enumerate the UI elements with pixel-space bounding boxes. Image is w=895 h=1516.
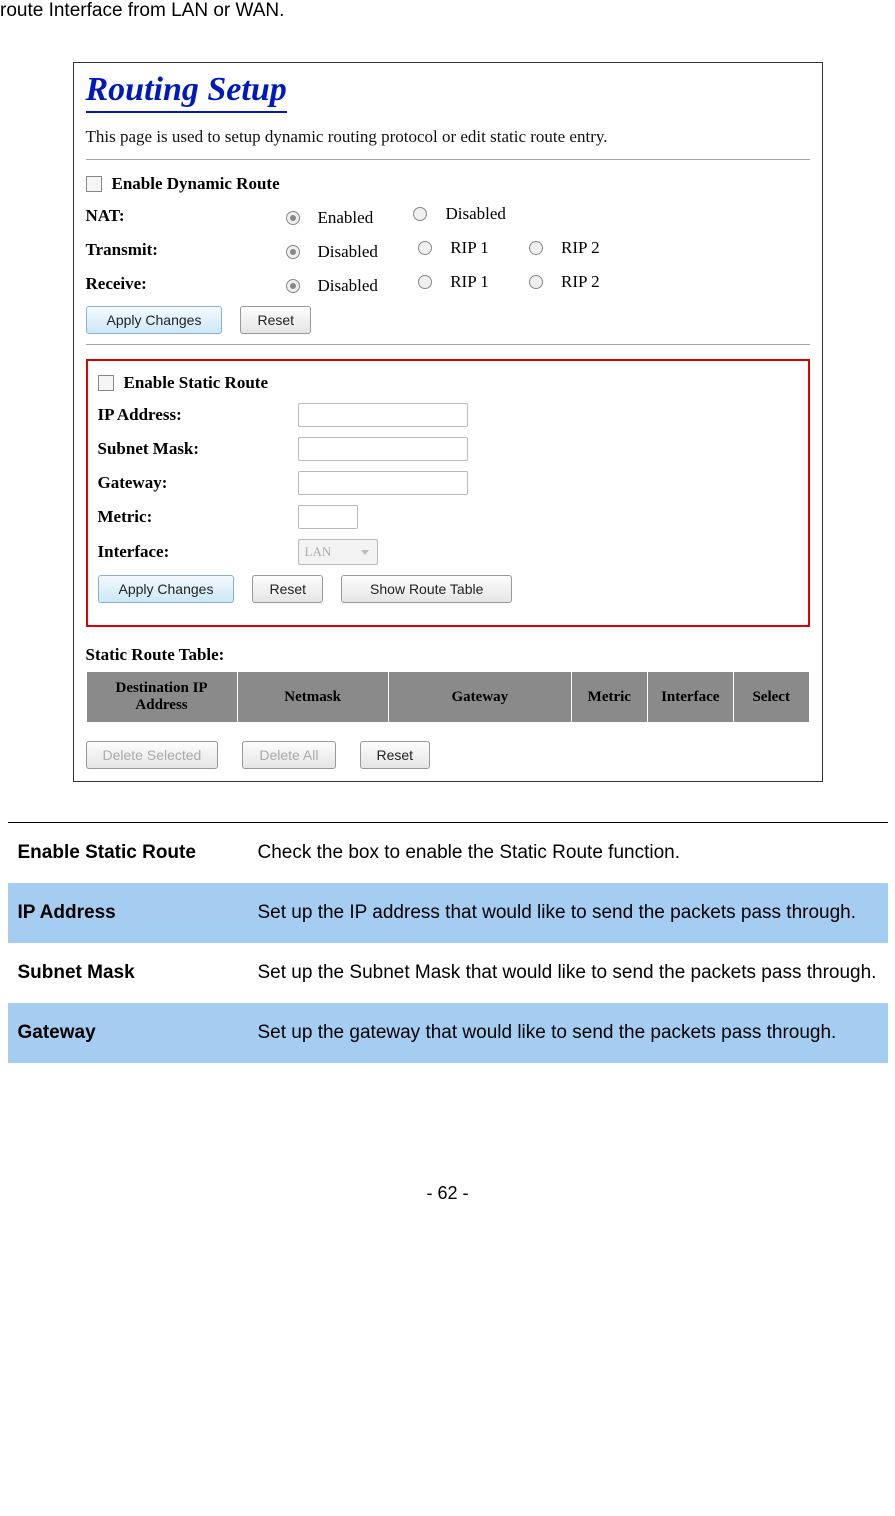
page-title: Routing Setup	[86, 71, 287, 113]
enable-dynamic-route-checkbox[interactable]	[86, 176, 102, 192]
receive-rip2-radio[interactable]	[529, 275, 543, 289]
page-number: - 62 -	[0, 1183, 895, 1204]
transmit-rip1-radio[interactable]	[418, 241, 432, 255]
reset-button-1[interactable]: Reset	[240, 306, 311, 334]
th-netmask: Netmask	[237, 672, 388, 723]
ip-address-input[interactable]	[298, 403, 468, 427]
metric-input[interactable]	[298, 505, 358, 529]
def-desc-subnet-mask: Set up the Subnet Mask that would like t…	[258, 955, 878, 991]
receive-disabled-radio[interactable]	[286, 279, 300, 293]
def-desc-ip-address: Set up the IP address that would like to…	[258, 895, 878, 931]
def-term-subnet-mask: Subnet Mask	[18, 955, 258, 991]
static-route-table-label: Static Route Table:	[86, 645, 810, 665]
divider	[86, 159, 810, 160]
delete-all-button[interactable]: Delete All	[242, 741, 335, 769]
def-term-enable-static-route: Enable Static Route	[18, 835, 258, 871]
nat-label: NAT:	[86, 206, 286, 226]
th-destination-ip: Destination IP Address	[86, 672, 237, 723]
definitions-table: Enable Static Route Check the box to ena…	[8, 822, 888, 1063]
static-route-table: Destination IP Address Netmask Gateway M…	[86, 671, 810, 723]
def-term-gateway: Gateway	[18, 1015, 258, 1051]
nat-enabled-label: Enabled	[318, 208, 374, 228]
intro-text: route Interface from LAN or WAN.	[0, 0, 895, 22]
enable-dynamic-route-label: Enable Dynamic Route	[112, 174, 280, 194]
def-desc-gateway: Set up the gateway that would like to se…	[258, 1015, 878, 1051]
transmit-rip2-radio[interactable]	[529, 241, 543, 255]
routing-setup-screenshot: Routing Setup This page is used to setup…	[73, 62, 823, 782]
th-interface: Interface	[647, 672, 733, 723]
subnet-mask-input[interactable]	[298, 437, 468, 461]
page-description: This page is used to setup dynamic routi…	[86, 127, 810, 147]
nat-disabled-label: Disabled	[445, 204, 505, 224]
gateway-input[interactable]	[298, 471, 468, 495]
th-gateway: Gateway	[388, 672, 571, 723]
nat-enabled-radio[interactable]	[286, 211, 300, 225]
transmit-disabled-radio[interactable]	[286, 245, 300, 259]
delete-selected-button[interactable]: Delete Selected	[86, 741, 219, 769]
th-select: Select	[733, 672, 809, 723]
apply-changes-button-2[interactable]: Apply Changes	[98, 575, 235, 603]
interface-label: Interface:	[98, 542, 298, 562]
def-desc-enable-static-route: Check the box to enable the Static Route…	[258, 835, 878, 871]
receive-label: Receive:	[86, 274, 286, 294]
transmit-label: Transmit:	[86, 240, 286, 260]
receive-rip1-radio[interactable]	[418, 275, 432, 289]
subnet-mask-label: Subnet Mask:	[98, 439, 298, 459]
ip-address-label: IP Address:	[98, 405, 298, 425]
interface-select[interactable]: LAN	[298, 539, 378, 565]
gateway-label: Gateway:	[98, 473, 298, 493]
def-term-ip-address: IP Address	[18, 895, 258, 931]
th-metric: Metric	[572, 672, 648, 723]
divider	[86, 344, 810, 345]
enable-static-route-label: Enable Static Route	[124, 373, 269, 393]
show-route-table-button[interactable]: Show Route Table	[341, 575, 512, 603]
apply-changes-button-1[interactable]: Apply Changes	[86, 306, 223, 334]
reset-button-2[interactable]: Reset	[252, 575, 323, 603]
static-route-section: Enable Static Route IP Address: Subnet M…	[86, 359, 810, 627]
nat-disabled-radio[interactable]	[413, 207, 427, 221]
metric-label: Metric:	[98, 507, 298, 527]
reset-button-3[interactable]: Reset	[360, 741, 431, 769]
enable-static-route-checkbox[interactable]	[98, 375, 114, 391]
